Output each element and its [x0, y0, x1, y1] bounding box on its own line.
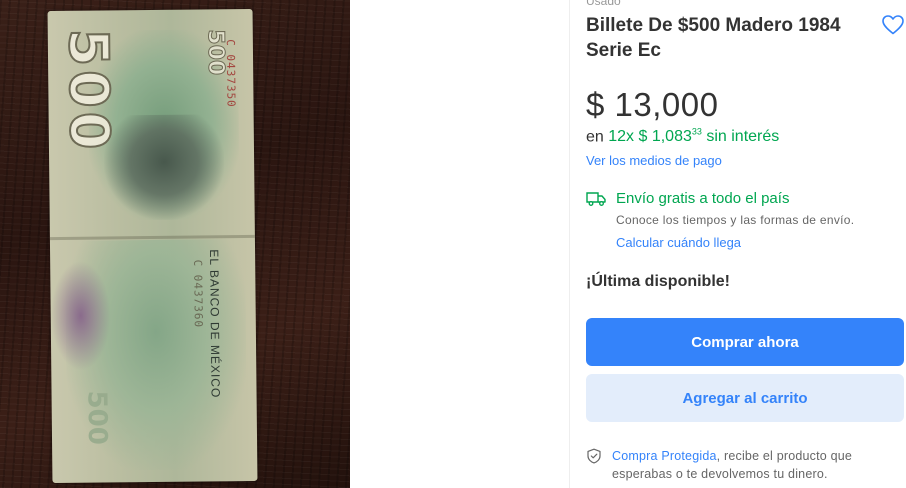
column-divider — [569, 0, 570, 488]
installments-info: en 12x $ 1,08333 sin interés — [586, 127, 779, 146]
protected-purchase-link[interactable]: Compra Protegida — [612, 449, 717, 463]
installments-cents: 33 — [691, 127, 702, 137]
product-photo[interactable]: 500 500 500 C 0437350 C 0437360 EL BANCO… — [0, 0, 350, 488]
shipping-calculate-link[interactable]: Calcular cuándo llega — [616, 235, 741, 250]
protected-purchase-info: Compra Protegida, recibe el producto que… — [612, 447, 897, 483]
shipping-subtitle: Conoce los tiempos y las formas de envío… — [616, 213, 855, 227]
bill-denomination-large: 500 — [56, 27, 122, 154]
bill-portrait — [103, 114, 225, 221]
installments-suffix: sin interés — [706, 128, 780, 146]
product-condition: Usado — [586, 0, 621, 8]
bill-bank-name: EL BANCO DE MÉXICO — [207, 249, 223, 399]
favorite-button[interactable] — [881, 13, 905, 37]
bill-purple-pattern — [50, 260, 112, 372]
shipping-title: Envío gratis a todo el país — [616, 190, 790, 207]
product-gallery: 500 500 500 C 0437350 C 0437360 EL BANCO… — [0, 0, 570, 488]
truck-icon — [586, 192, 606, 206]
product-info-panel: Usado Billete De $500 Madero 1984 Serie … — [586, 0, 904, 488]
banknote-image: 500 500 500 C 0437350 C 0437360 EL BANCO… — [47, 8, 258, 484]
product-price: $ 13,000 — [586, 86, 719, 123]
product-title: Billete De $500 Madero 1984 Serie Ec — [586, 15, 841, 61]
bill-serial: C 0437350 — [223, 39, 238, 108]
payment-methods-link[interactable]: Ver los medios de pago — [586, 153, 722, 168]
heart-icon — [882, 15, 904, 35]
bill-denomination-bottom: 500 — [81, 390, 113, 446]
shield-check-icon — [587, 448, 601, 464]
installments-amount-value: 12x $ 1,083 — [608, 128, 692, 146]
add-to-cart-button[interactable]: Agregar al carrito — [586, 374, 904, 422]
installments-prefix: en — [586, 128, 604, 146]
bill-serial-lower: C 0437360 — [191, 259, 205, 329]
buy-now-button[interactable]: Comprar ahora — [586, 318, 904, 366]
stock-status: ¡Última disponible! — [586, 273, 730, 290]
installments-amount: 12x $ 1,08333 sin interés — [608, 127, 780, 146]
